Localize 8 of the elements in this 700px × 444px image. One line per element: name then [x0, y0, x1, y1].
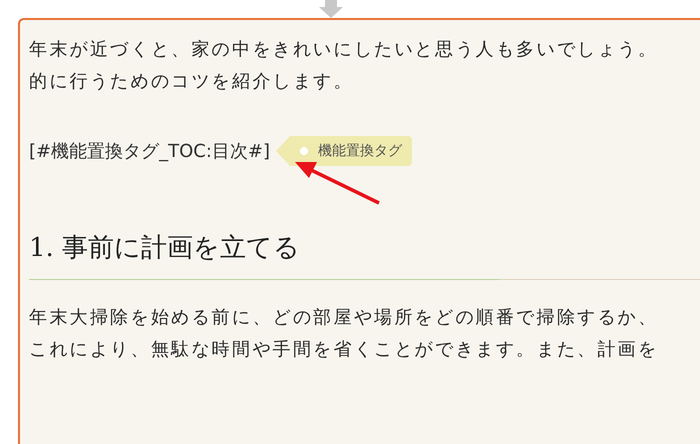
arrow-icon [295, 161, 381, 205]
text-line: 年末大掃除を始める前に、どの部屋や場所をどの順番で掃除するか、 [29, 306, 658, 330]
tag-text: [#機能置換タグ_TOC:目次#] [29, 140, 270, 163]
text-line: これにより、無駄な時間や手間を省くことができます。また、計画を [29, 338, 658, 362]
text-line: 的に行うためのコツを紹介します。 [29, 70, 354, 94]
text-line: 年末が近づくと、家の中をきれいにしたいと思う人も多いでしょう。 [29, 38, 658, 62]
section-heading: 1. 事前に計画を立てる [29, 231, 700, 280]
tag-badge: 機能置換タグ [276, 136, 412, 166]
